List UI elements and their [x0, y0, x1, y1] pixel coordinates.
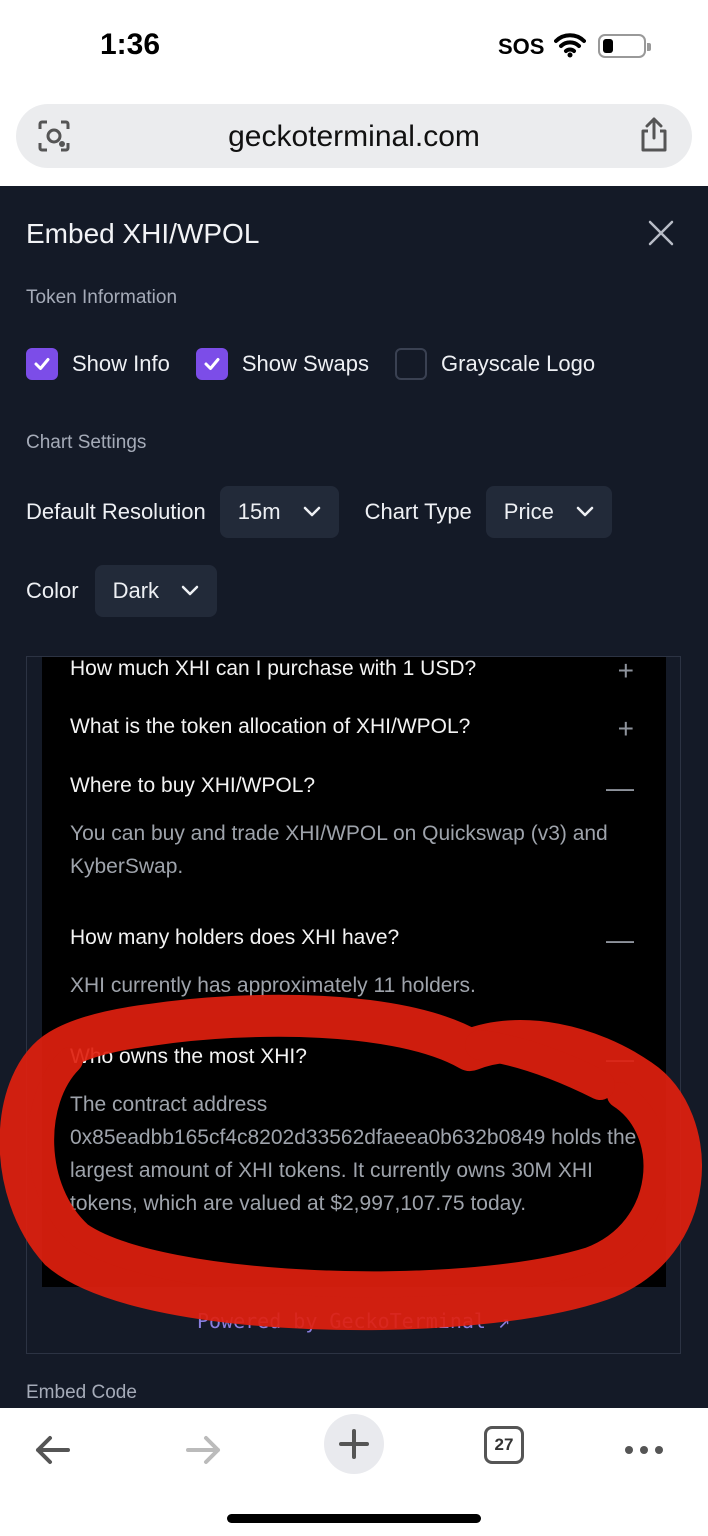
more-menu-button[interactable] [614, 1420, 674, 1480]
forward-button[interactable] [174, 1420, 234, 1480]
faq-question[interactable]: What is the token allocation of XHI/WPOL… [70, 715, 470, 739]
default-resolution-select[interactable]: 15m [219, 486, 339, 538]
faq-question[interactable]: How many holders does XHI have? [70, 926, 399, 950]
show-swaps-checkbox[interactable] [195, 348, 228, 380]
color-row: Color Dark [26, 565, 218, 617]
back-button[interactable] [22, 1420, 82, 1480]
forward-arrow-icon [186, 1436, 220, 1464]
close-icon [648, 220, 674, 246]
token-info-options: Show Info Show Swaps Grayscale Logo [26, 348, 621, 380]
browser-bottom-bar: 27 [0, 1408, 708, 1536]
collapse-icon[interactable]: — [606, 774, 634, 802]
resolution-row: Default Resolution 15m Chart Type Price [26, 486, 612, 538]
show-info-label: Show Info [72, 351, 170, 376]
share-icon[interactable] [638, 116, 670, 159]
faq-answer: The contract address 0x85eadbb165cf4c820… [70, 1093, 637, 1215]
modal-title: Embed XHI/WPOL [26, 218, 260, 249]
chevron-down-icon [181, 585, 199, 596]
faq-answer: XHI currently has approximately 11 holde… [70, 974, 476, 997]
wifi-icon [554, 32, 586, 63]
faq-answer: You can buy and trade XHI/WPOL on Quicks… [70, 822, 608, 878]
collapse-icon[interactable]: — [606, 1045, 634, 1073]
browser-toolbar: geckoterminal.com [0, 96, 708, 186]
status-bar: 1:36 SOS [0, 0, 708, 96]
expand-icon[interactable]: + [618, 715, 634, 743]
back-arrow-icon [36, 1436, 70, 1464]
powered-by-link[interactable]: Powered by GeckoTerminal ↗ [27, 1309, 680, 1333]
address-bar[interactable]: geckoterminal.com [16, 104, 692, 168]
grayscale-logo-label: Grayscale Logo [441, 351, 596, 376]
chart-settings-label: Chart Settings [26, 432, 147, 453]
chevron-down-icon [576, 506, 594, 517]
default-resolution-value: 15m [237, 499, 281, 524]
chevron-down-icon [303, 506, 320, 517]
token-info-label: Token Information [26, 287, 178, 308]
faq-panel: How much XHI can I purchase with 1 USD? … [42, 657, 666, 1287]
sos-indicator: SOS [498, 34, 545, 59]
chart-type-select[interactable]: Price [485, 486, 612, 538]
close-button[interactable] [646, 218, 678, 250]
faq-question[interactable]: Where to buy XHI/WPOL? [70, 774, 315, 798]
expand-icon[interactable]: + [618, 657, 634, 685]
show-info-checkbox[interactable] [26, 348, 58, 380]
home-indicator [227, 1514, 481, 1523]
embed-code-label: Embed Code [26, 1382, 137, 1403]
url-text: geckoterminal.com [228, 120, 480, 153]
color-label: Color [26, 578, 79, 603]
chart-type-value: Price [503, 499, 554, 524]
color-value: Dark [112, 578, 160, 603]
embed-preview: How much XHI can I purchase with 1 USD? … [26, 656, 681, 1354]
plus-icon [339, 1429, 369, 1459]
faq-question[interactable]: How much XHI can I purchase with 1 USD? [70, 657, 476, 681]
more-dots-icon [625, 1446, 663, 1454]
check-icon [34, 358, 50, 370]
faq-question[interactable]: Who owns the most XHI? [70, 1045, 307, 1069]
chart-type-label: Chart Type [364, 499, 472, 524]
new-tab-button[interactable] [324, 1414, 384, 1474]
collapse-icon[interactable]: — [606, 926, 634, 954]
tab-switcher-button[interactable]: 27 [484, 1426, 524, 1464]
battery-icon [598, 34, 651, 58]
status-time: 1:36 [100, 28, 161, 61]
show-swaps-label: Show Swaps [241, 351, 370, 376]
check-icon [204, 358, 220, 370]
default-resolution-label: Default Resolution [26, 499, 206, 524]
color-select[interactable]: Dark [94, 565, 218, 617]
grayscale-logo-checkbox[interactable] [395, 348, 428, 380]
embed-modal: Embed XHI/WPOL Token Information Show In… [0, 186, 708, 1408]
